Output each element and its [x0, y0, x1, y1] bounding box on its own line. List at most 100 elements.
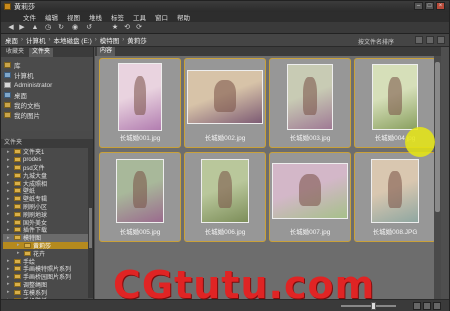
thumbnail-image[interactable]: [372, 64, 418, 130]
expand-arrow-icon[interactable]: ▸: [17, 242, 22, 248]
thumbnail-card[interactable]: 长城婚001.jpg: [99, 58, 181, 148]
folder-up-icon[interactable]: ▲: [31, 24, 39, 32]
favorite-item[interactable]: Administrator: [4, 80, 90, 90]
expand-arrow-icon[interactable]: ▸: [7, 266, 12, 272]
tree-item[interactable]: ▸ 插件下载: [3, 226, 93, 235]
menu-help[interactable]: 帮助: [177, 12, 190, 22]
breadcrumb-desktop[interactable]: 桌面: [5, 35, 18, 45]
folder-icon: [14, 180, 21, 186]
expand-arrow-icon[interactable]: ▸: [7, 235, 12, 241]
delete-icon[interactable]: [437, 36, 445, 44]
thumbnail-image[interactable]: [187, 70, 263, 124]
tree-item[interactable]: ▸ 文件夹1: [3, 148, 93, 157]
tree-item[interactable]: ▸ 壁纸专辑: [3, 195, 93, 204]
breadcrumb-computer[interactable]: 计算机: [26, 35, 46, 45]
thumbnail-image[interactable]: [116, 159, 164, 223]
favorite-item[interactable]: 桌面: [4, 90, 90, 100]
expand-arrow-icon[interactable]: ▸: [7, 172, 12, 178]
thumbnail-card[interactable]: 长城婚006.jpg: [184, 152, 266, 242]
thumbnail-image[interactable]: [371, 159, 419, 223]
list-view-icon[interactable]: [423, 302, 431, 310]
close-button[interactable]: ×: [436, 2, 445, 10]
favorite-label: 计算机: [14, 73, 34, 80]
filter-icon[interactable]: [415, 36, 423, 44]
tree-item[interactable]: ▸ 车模系列: [3, 288, 93, 297]
favorite-item[interactable]: 计算机: [4, 70, 90, 80]
details-view-icon[interactable]: [433, 302, 441, 310]
tree-item[interactable]: ▸ 大成照相: [3, 179, 93, 188]
tab-content[interactable]: 内容: [97, 47, 116, 56]
history-icon[interactable]: ◷: [44, 24, 52, 32]
back-icon[interactable]: ◀: [7, 24, 15, 32]
sort-dropdown[interactable]: 按文件名排序: [358, 37, 394, 46]
tree-item[interactable]: ▸ 花卉: [3, 249, 93, 258]
expand-arrow-icon[interactable]: ▸: [17, 250, 22, 256]
expand-arrow-icon[interactable]: ▸: [7, 289, 12, 295]
minimize-button[interactable]: –: [414, 2, 423, 10]
thumbnail-card[interactable]: 长城婚005.jpg: [99, 152, 181, 242]
favorite-item[interactable]: 我的文档: [4, 100, 90, 110]
new-folder-icon[interactable]: [426, 36, 434, 44]
breadcrumb-current[interactable]: 黄莉莎: [127, 35, 147, 45]
tree-item[interactable]: ▸ prodes: [3, 156, 93, 164]
rotate-left-icon[interactable]: ⟲: [123, 24, 131, 32]
expand-arrow-icon[interactable]: ▸: [7, 211, 12, 217]
thumbnail-card[interactable]: 长城婚003.jpg: [269, 58, 351, 148]
thumbnail-image[interactable]: [272, 163, 348, 219]
folder-tree: ▸ 文件夹1 ▸ prodes ▸ psd文件 ▸ 九城大盘 ▸ 大成照相 ▸ 壁纸 ▸ 壁纸专辑 ▸ 刷刷小…: [1, 148, 93, 305]
tree-item[interactable]: ▸ 手画桥园图片系列: [3, 273, 93, 282]
tree-item[interactable]: ▸ 壁纸: [3, 187, 93, 196]
expand-arrow-icon[interactable]: ▸: [7, 219, 12, 225]
expand-arrow-icon[interactable]: ▸: [7, 258, 12, 264]
expand-arrow-icon[interactable]: ▸: [7, 157, 12, 163]
menu-view[interactable]: 视图: [67, 12, 80, 22]
expand-arrow-icon[interactable]: ▸: [7, 203, 12, 209]
thumbnail-image[interactable]: [118, 63, 162, 131]
thumbnail-image[interactable]: [201, 159, 249, 223]
expand-arrow-icon[interactable]: ▸: [7, 274, 12, 280]
tab-favorites[interactable]: 收藏夹: [3, 48, 27, 57]
model-figure: [388, 171, 402, 209]
thumbnail-card[interactable]: 长城婚007.jpg: [269, 152, 351, 242]
content-scrollbar[interactable]: [434, 56, 441, 299]
favorite-label: 我的文档: [14, 103, 40, 110]
expand-arrow-icon[interactable]: ▸: [7, 227, 12, 233]
expand-arrow-icon[interactable]: ▸: [7, 196, 12, 202]
menu-file[interactable]: 文件: [23, 12, 36, 22]
folder-tree-scrollbar[interactable]: [88, 148, 93, 298]
favorite-item[interactable]: 我的图片: [4, 110, 90, 120]
menu-edit[interactable]: 编辑: [45, 12, 58, 22]
thumbnail-image[interactable]: [287, 64, 333, 130]
tab-folders[interactable]: 文件夹: [29, 48, 54, 57]
tree-item[interactable]: ▸ 刷刷地球: [3, 210, 93, 219]
tree-item[interactable]: ▸ 国外美女: [3, 218, 93, 227]
expand-arrow-icon[interactable]: ▸: [7, 164, 12, 170]
expand-arrow-icon[interactable]: ▸: [7, 180, 12, 186]
menu-window[interactable]: 窗口: [155, 12, 168, 22]
breadcrumb-model-folder[interactable]: 模特图: [100, 35, 120, 45]
boomerang-icon[interactable]: ↺: [85, 24, 93, 32]
tree-item[interactable]: ▸ 调整绳图: [3, 281, 93, 289]
thumbnail-card[interactable]: 长城婚002.jpg: [184, 58, 266, 148]
refresh-icon[interactable]: ↻: [57, 24, 65, 32]
star-filter-icon[interactable]: ★: [111, 24, 119, 32]
menu-tools[interactable]: 工具: [133, 12, 146, 22]
forward-icon[interactable]: ▶: [18, 24, 26, 32]
thumbnail-card[interactable]: 长城婚008.JPG: [354, 152, 436, 242]
menu-stack[interactable]: 堆栈: [89, 12, 102, 22]
expand-arrow-icon[interactable]: ▸: [7, 281, 12, 287]
grid-view-icon[interactable]: [413, 302, 421, 310]
rotate-right-icon[interactable]: ⟳: [135, 24, 143, 32]
tree-item[interactable]: ▸ 黄莉莎: [3, 241, 93, 250]
favorite-item[interactable]: 库: [4, 60, 90, 70]
tree-item[interactable]: ▸ 九城大盘: [3, 171, 93, 180]
maximize-button[interactable]: □: [425, 2, 434, 10]
menu-label[interactable]: 标签: [111, 12, 124, 22]
folder-icon: [24, 242, 31, 248]
tree-item[interactable]: ▸ psd文件: [3, 164, 93, 172]
camera-icon[interactable]: ◉: [71, 24, 79, 32]
breadcrumb-drive[interactable]: 本地磁盘 (E:): [54, 35, 92, 45]
expand-arrow-icon[interactable]: ▸: [7, 188, 12, 194]
tree-item[interactable]: ▸ 刷刷小区: [3, 203, 93, 211]
expand-arrow-icon[interactable]: ▸: [7, 149, 12, 155]
